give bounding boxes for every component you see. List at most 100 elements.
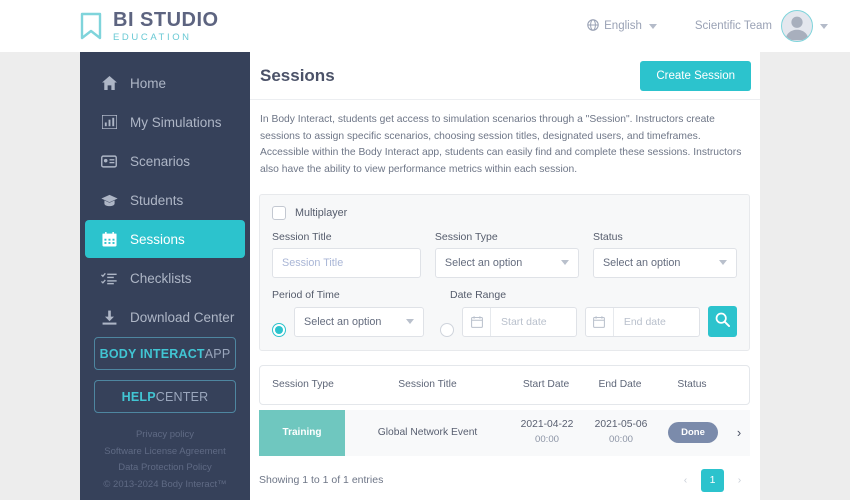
session-type-select[interactable]: Select an option — [434, 247, 579, 278]
brand-logo[interactable]: BI STUDIO EDUCATION — [80, 10, 219, 43]
session-type-badge: Training — [259, 409, 345, 456]
pagination-prev-button[interactable]: ‹ — [675, 470, 696, 491]
create-session-button[interactable]: Create Session — [640, 60, 751, 91]
status-select[interactable]: Select an option — [592, 247, 737, 278]
main-content: Sessions Create Session In Body Interact… — [250, 52, 760, 500]
brand-subtitle: EDUCATION — [113, 31, 192, 43]
table-row[interactable]: Training Global Network Event 2021-04-22… — [259, 409, 750, 456]
sidebar-item-my-simulations[interactable]: My Simulations — [85, 103, 245, 141]
sidebar-item-label: My Simulations — [130, 114, 222, 130]
pagination-controls: ‹ 1 › — [670, 468, 750, 492]
status-badge: Done — [668, 422, 718, 444]
session-type-label: Session Type — [434, 230, 498, 243]
calendar-icon — [99, 231, 119, 247]
end-date-input[interactable]: End date — [614, 308, 676, 336]
filter-row-2: Select an option Start date End date — [272, 305, 737, 337]
sidebar-item-home[interactable]: Home — [85, 64, 245, 102]
sidebar-item-sessions[interactable]: Sessions — [85, 220, 245, 258]
help-center-rest: CENTER — [155, 389, 209, 404]
body-interact-app-strong: BODY INTERACT — [99, 346, 205, 361]
session-title-field: Session Title Session Title — [272, 231, 421, 278]
footer-link-privacy-policy[interactable]: Privacy policy — [80, 427, 250, 444]
chevron-down-icon — [560, 260, 569, 266]
footer-copyright: © 2013-2024 Body Interact™ — [103, 478, 227, 490]
status-field: Status Select an option — [592, 231, 737, 278]
calendar-icon — [463, 307, 492, 336]
session-title-cell: Global Network Event — [377, 427, 478, 439]
filter-panel: Multiplayer Session Title Session Title … — [259, 193, 750, 351]
search-button[interactable] — [707, 305, 737, 337]
pagination-page-1[interactable]: 1 — [701, 468, 724, 492]
row-expand-button[interactable]: › — [728, 410, 750, 456]
multiplayer-label: Multiplayer — [295, 206, 348, 219]
start-date-cell: 2021-04-22 00:00 — [510, 410, 584, 456]
help-center-button[interactable]: HELP CENTER — [94, 380, 236, 413]
chevron-down-icon — [648, 23, 657, 29]
date-range-radio[interactable] — [440, 322, 455, 337]
user-menu-chevron-down-icon[interactable] — [820, 23, 828, 29]
column-header-start-date: Start Date — [522, 379, 570, 391]
top-header-bar: BI STUDIO EDUCATION English Scientific T… — [0, 0, 850, 52]
period-of-time-select[interactable]: Select an option — [294, 306, 425, 337]
sidebar-item-scenarios[interactable]: Scenarios — [85, 142, 245, 180]
start-date-value: 2021-04-22 — [520, 419, 574, 431]
status-cell: Done — [658, 410, 728, 456]
sidebar-item-label: Students — [130, 192, 184, 208]
footer-link-software-license-agreement[interactable]: Software License Agreement — [80, 444, 250, 461]
sidebar-item-label: Home — [130, 75, 167, 91]
language-label: English — [604, 20, 642, 32]
column-header-session-type: Session Type — [272, 378, 334, 390]
multiplayer-checkbox[interactable] — [272, 205, 286, 220]
chevron-down-icon — [406, 319, 415, 325]
sidebar-item-label: Download Center — [130, 309, 235, 325]
sidebar-item-label: Sessions — [130, 231, 185, 247]
period-of-time-value: Select an option — [304, 315, 382, 328]
graduation-cap-icon — [99, 194, 119, 207]
sidebar-item-label: Scenarios — [130, 153, 191, 169]
sidebar-item-students[interactable]: Students — [85, 181, 245, 219]
pagination-next-button[interactable]: › — [729, 470, 750, 491]
column-header-end-date: End Date — [598, 379, 642, 391]
chevron-down-icon — [719, 260, 727, 266]
help-center-strong: HELP — [121, 389, 156, 404]
period-of-time-radio[interactable] — [272, 322, 286, 337]
id-card-icon — [99, 154, 119, 168]
list-check-icon — [99, 272, 119, 285]
page-title: Sessions — [260, 65, 335, 85]
column-header-session-title: Session Title — [398, 379, 457, 391]
start-time-value: 00:00 — [534, 434, 559, 446]
header-right-controls: English Scientific Team — [587, 10, 828, 42]
filter-row-1: Session Title Session Title Session Type… — [272, 231, 737, 278]
search-icon — [715, 312, 730, 330]
content-header: Sessions Create Session — [250, 52, 760, 100]
table-header-row: Session Type Session Title Start Date En… — [259, 364, 750, 405]
download-icon — [99, 310, 119, 325]
sidebar-item-checklists[interactable]: Checklists — [85, 259, 245, 297]
sessions-table: Session Type Session Title Start Date En… — [259, 364, 750, 456]
session-type-value: Select an option — [444, 256, 523, 269]
session-type-field: Session Type Select an option — [434, 230, 579, 278]
date-range-label: Date Range — [450, 288, 507, 301]
session-title-input[interactable]: Session Title — [272, 247, 421, 278]
body-interact-app-button[interactable]: BODY INTERACT APP — [94, 337, 236, 370]
session-title-label: Session Title — [272, 230, 332, 243]
sidebar-item-download-center[interactable]: Download Center — [85, 298, 245, 336]
end-date-group[interactable]: End date — [584, 306, 700, 337]
globe-icon — [587, 18, 599, 34]
start-date-input[interactable]: Start date — [491, 308, 557, 336]
chevron-right-icon: › — [736, 425, 742, 441]
language-selector[interactable]: English — [587, 18, 657, 34]
column-header-status: Status — [677, 379, 707, 391]
home-icon — [99, 76, 119, 90]
sidebar-item-label: Checklists — [130, 270, 192, 286]
pagination: Showing 1 to 1 of 1 entries ‹ 1 › — [259, 468, 750, 492]
app-root: BI STUDIO EDUCATION English Scientific T… — [0, 0, 850, 500]
period-of-time-label: Period of Time — [272, 288, 340, 301]
start-date-group[interactable]: Start date — [462, 306, 577, 337]
brand-title: BI STUDIO — [113, 8, 219, 31]
multiplayer-checkbox-row[interactable]: Multiplayer — [272, 205, 737, 220]
chart-bar-icon — [99, 115, 119, 129]
footer-link-data-protection-policy[interactable]: Data Protection Policy — [80, 460, 250, 477]
avatar[interactable] — [781, 10, 813, 42]
brand-text: BI STUDIO EDUCATION — [113, 10, 219, 43]
